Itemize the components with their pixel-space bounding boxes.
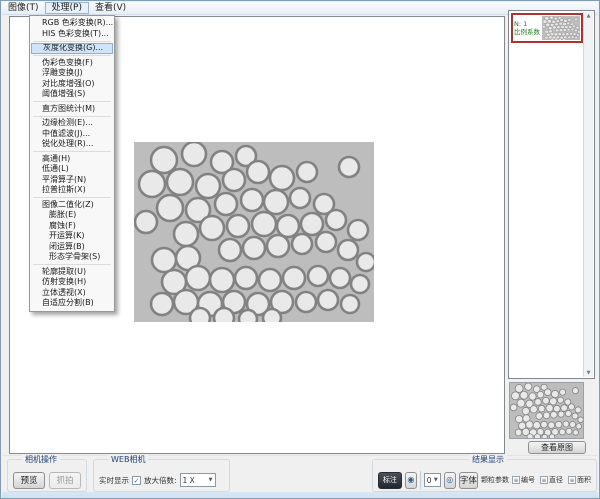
menu-item-30[interactable]: 立体透视(X) <box>30 288 114 299</box>
menu-item-5[interactable]: 伪彩色变换(F) <box>30 58 114 69</box>
menu-item-12[interactable]: 边缘检测(E)... <box>30 118 114 129</box>
result-list-item[interactable]: N: 1 比例系数 <box>511 13 583 43</box>
camera-groupbox: 相机操作 预览 抓拍 <box>7 459 87 492</box>
result-display-groupbox: 结果显示 标注 ◉ 0 ▼ ◎ 字体 颗粒参数 ≡编号≡直径≡面积 <box>372 459 597 492</box>
menu-item-8[interactable]: 阈值增强(S) <box>30 89 114 100</box>
result-item-thumbnail <box>542 16 580 40</box>
result-item-text: N: 1 比例系数 <box>514 20 540 36</box>
scroll-down-icon[interactable]: ▼ <box>584 370 593 376</box>
result-item-line1: N: 1 <box>514 20 540 28</box>
menu-separator <box>33 151 111 152</box>
menu-item-19[interactable]: 拉普拉斯(X) <box>30 185 114 196</box>
menu-item-1[interactable]: HIS 色彩变换(T)... <box>30 29 114 40</box>
menu-item-3[interactable]: 灰度化变换(G)... <box>31 43 113 54</box>
results-list-panel: N: 1 比例系数 ▲ ▼ <box>508 10 595 379</box>
menu-item-7[interactable]: 对比度增强(O) <box>30 79 114 90</box>
window-bottom-frame <box>2 492 598 499</box>
chevron-down-icon: ▼ <box>434 477 438 483</box>
circle-mark-icon: ◉ <box>407 476 414 484</box>
annotate-button[interactable]: 标注 <box>378 472 402 489</box>
scroll-up-icon[interactable]: ▲ <box>584 13 593 19</box>
menu-item-17[interactable]: 低通(L) <box>30 164 114 175</box>
zoom-factor-label: 放大倍数: <box>144 475 177 486</box>
web-group-label: WEB相机 <box>108 455 148 464</box>
menu-item-26[interactable]: 形态学骨架(S) <box>30 252 114 263</box>
menu-separator <box>33 41 111 42</box>
process-menu-dropdown: RGB 色彩变换(R)...HIS 色彩变换(T)... 灰度化变换(G)... 伪… <box>29 15 115 312</box>
toggle-label: 编号 <box>521 475 535 485</box>
result-toggle-1[interactable]: ≡直径 <box>540 475 563 485</box>
snapshot-button[interactable]: 抓拍 <box>49 472 81 489</box>
menu-item-13[interactable]: 中值滤波(J)... <box>30 129 114 140</box>
menu-separator <box>33 116 111 117</box>
web-camera-groupbox: WEB相机 实时显示 ✓ 放大倍数: 1 X ▼ <box>93 459 230 492</box>
menu-item-25[interactable]: 闭运算(B) <box>30 242 114 253</box>
sidebar-scrollbar[interactable]: ▲ ▼ <box>583 12 593 377</box>
toggle-mark-icon: ≡ <box>512 476 520 484</box>
overview-thumbnail <box>509 382 584 439</box>
toggle-mark-icon: ≡ <box>568 476 576 484</box>
menu-item-21[interactable]: 图像二值化(Z) <box>30 200 114 211</box>
particle-params-label: 颗粒参数 <box>481 475 509 485</box>
menu-separator <box>33 197 111 198</box>
menu-item-16[interactable]: 高通(H) <box>30 154 114 165</box>
menu-process[interactable]: 处理(P) <box>45 2 89 14</box>
pen-size-combo[interactable]: 0 ▼ <box>424 473 441 487</box>
menu-item-14[interactable]: 锐化处理(R)... <box>30 139 114 150</box>
specimen-image <box>134 142 374 322</box>
menu-view[interactable]: 查看(V) <box>89 2 132 14</box>
chevron-down-icon: ▼ <box>209 477 213 483</box>
menu-image[interactable]: 图像(T) <box>2 2 45 14</box>
zoom-factor-value: 1 X <box>183 476 195 485</box>
result-group-label: 结果显示 <box>469 455 507 464</box>
toolbar-separator <box>420 471 421 489</box>
menu-item-28[interactable]: 轮廓提取(U) <box>30 267 114 278</box>
camera-group-label: 相机操作 <box>22 455 60 464</box>
menu-item-10[interactable]: 直方图统计(M) <box>30 104 114 115</box>
menu-item-18[interactable]: 平滑算子(N) <box>30 175 114 186</box>
toggle-mark-icon: ≡ <box>540 476 548 484</box>
menu-separator <box>33 55 111 56</box>
pen-size-value: 0 <box>427 476 432 485</box>
font-button[interactable]: 字体 <box>459 472 478 489</box>
menu-item-23[interactable]: 腐蚀(F) <box>30 221 114 232</box>
menu-separator <box>33 264 111 265</box>
bottom-toolbar: 相机操作 预览 抓拍 WEB相机 实时显示 ✓ 放大倍数: 1 X ▼ 打开图像… <box>2 455 598 492</box>
target-mark-icon: ◎ <box>446 476 453 484</box>
toggle-label: 面积 <box>577 475 591 485</box>
target-mark-button[interactable]: ◎ <box>444 472 456 489</box>
menu-item-31[interactable]: 自适应分割(B) <box>30 298 114 309</box>
circle-mark-button[interactable]: ◉ <box>405 472 417 489</box>
preview-button[interactable]: 预览 <box>13 472 45 489</box>
toggle-label: 直径 <box>549 475 563 485</box>
menu-item-24[interactable]: 开运算(K) <box>30 231 114 242</box>
result-toggle-2[interactable]: ≡面积 <box>568 475 591 485</box>
zoom-factor-combo[interactable]: 1 X ▼ <box>180 473 216 487</box>
menu-item-22[interactable]: 膨胀(E) <box>30 210 114 221</box>
result-toggle-0[interactable]: ≡编号 <box>512 475 535 485</box>
menu-item-0[interactable]: RGB 色彩变换(R)... <box>30 18 114 29</box>
live-view-label: 实时显示 <box>99 475 129 486</box>
menu-item-6[interactable]: 浮雕变换(J) <box>30 68 114 79</box>
view-original-button[interactable]: 查看原图 <box>528 441 586 454</box>
app-window: 图像(T) 处理(P) 查看(V) RGB 色彩变换(R)...HIS 色彩变换… <box>0 0 600 499</box>
menu-item-29[interactable]: 仿射变换(H) <box>30 277 114 288</box>
live-view-checkbox[interactable]: ✓ <box>132 476 141 485</box>
result-item-line2: 比例系数 <box>514 28 540 36</box>
menu-separator <box>33 101 111 102</box>
